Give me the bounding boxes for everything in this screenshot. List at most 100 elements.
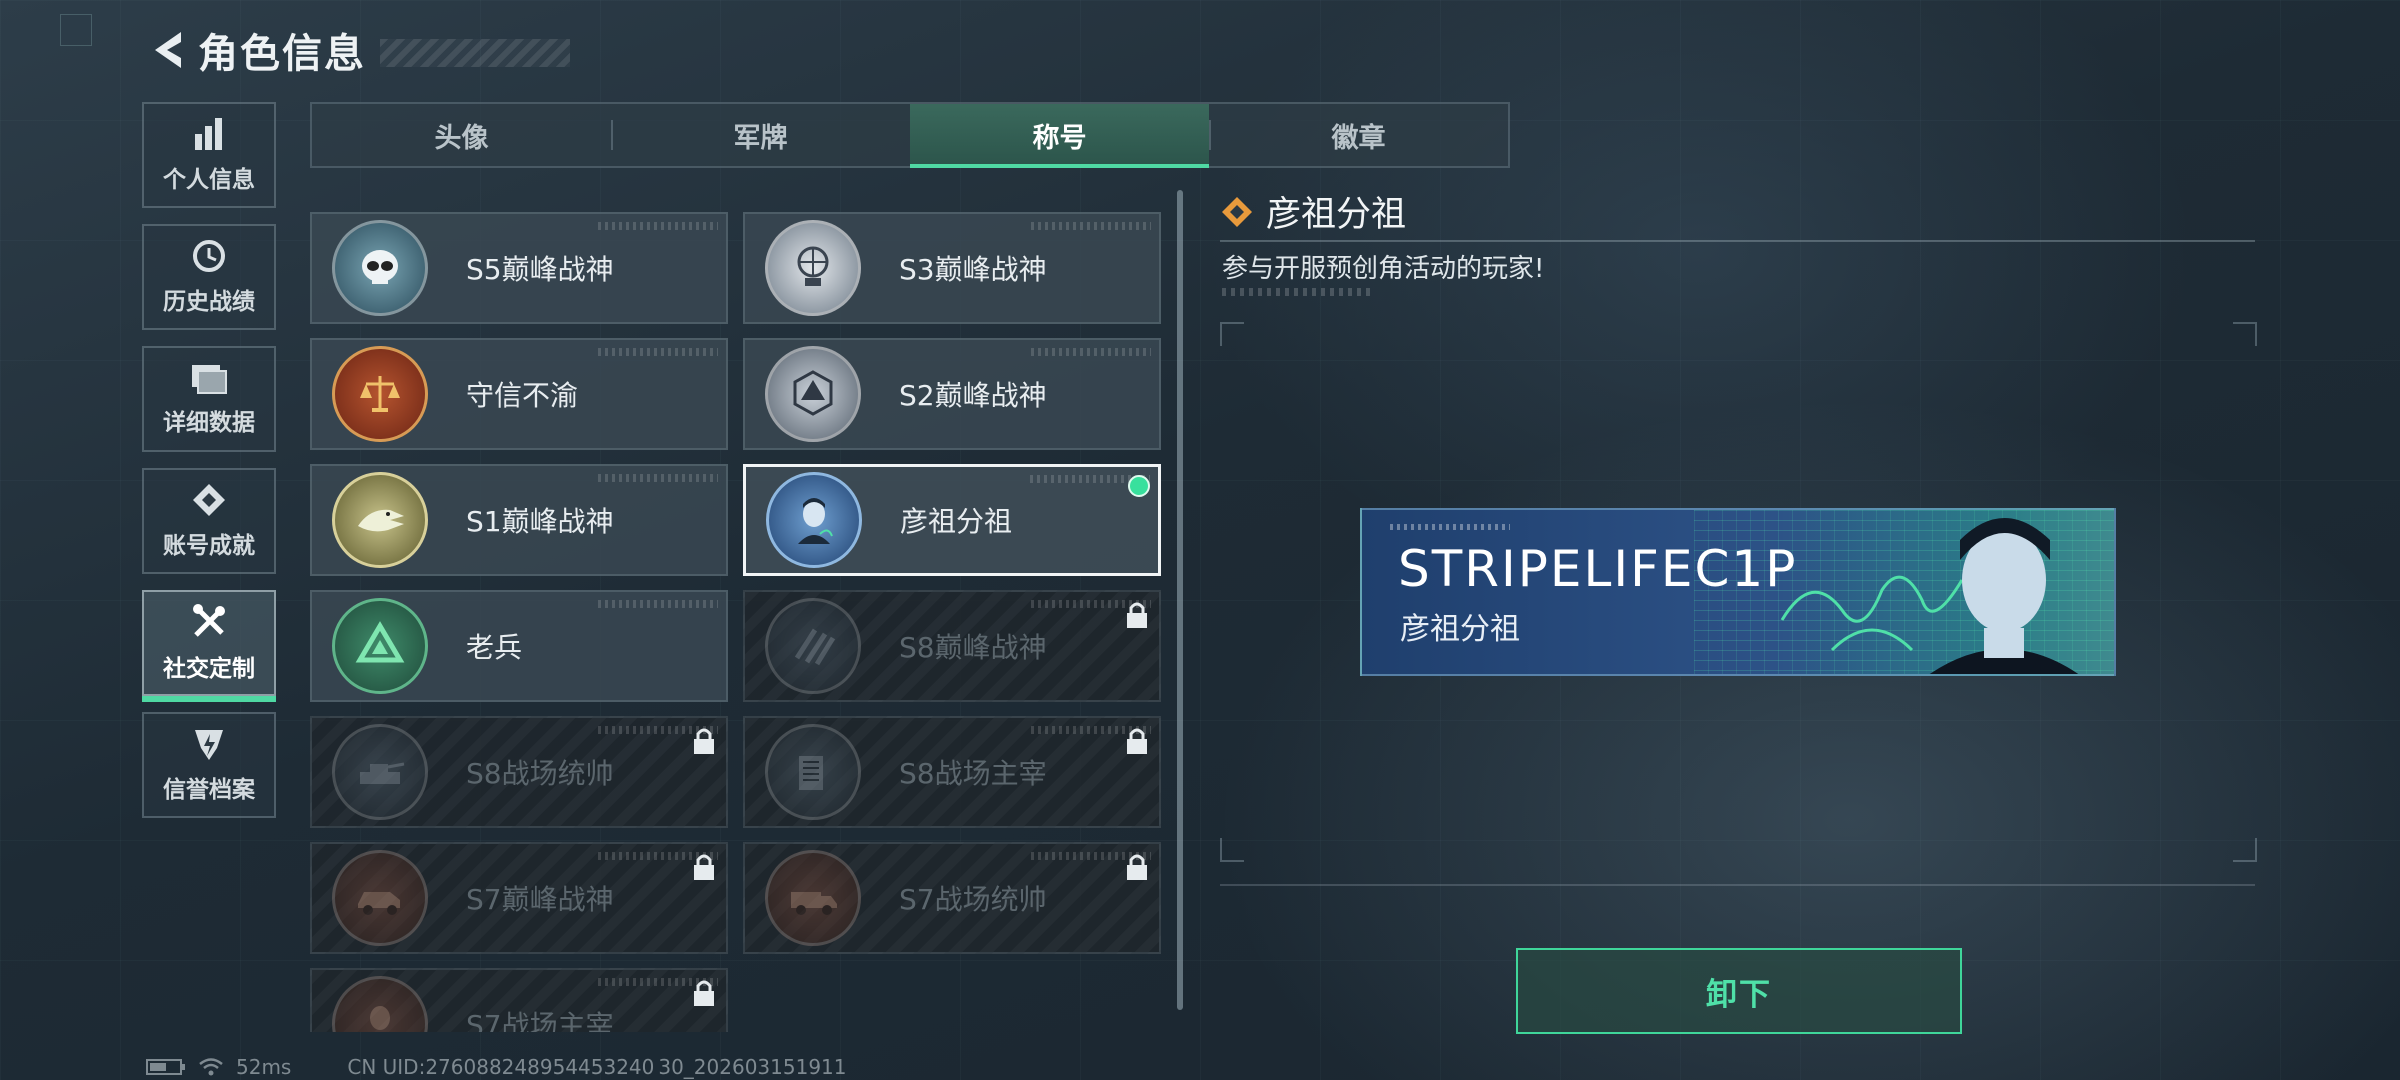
tank-badge-icon [332,724,428,820]
crocodile-badge-icon [332,472,428,568]
skull-badge-icon [332,220,428,316]
wifi-icon [199,1058,223,1076]
title-card-locked[interactable]: S7巅峰战神 [310,842,728,954]
title-card[interactable]: S5巅峰战神 [310,212,728,324]
nav-item-social-custom[interactable]: 社交定制 [142,590,276,702]
lock-icon [1127,854,1147,880]
soldier-badge-icon [332,976,428,1032]
title-label: S1巅峰战神 [466,505,614,538]
unequip-label: 卸下 [1706,976,1772,1013]
title-label: 守信不渝 [466,379,579,412]
title-card[interactable]: S2巅峰战神 [743,338,1161,450]
title-card[interactable]: S1巅峰战神 [310,464,728,576]
title-card[interactable]: 老兵 [310,590,728,702]
page-title: 角色信息 [198,31,366,77]
diamond-title-icon [1222,196,1252,227]
battery-icon [146,1059,185,1075]
portrait-graphic [1929,518,2079,674]
uid-text: CN UID:276088248954453240 30_20260315191… [347,1055,847,1079]
ping-value: 52ms [236,1055,292,1079]
title-stripe-decoration [380,39,570,67]
title-label: S8巅峰战神 [899,631,1047,664]
preview-frame-corner [2233,322,2257,346]
nav-label: 信誉档案 [163,777,255,803]
side-nav: 个人信息 历史战绩 详细数据 账号成就 社交定制 信誉档案 [142,102,280,834]
title-label: S2巅峰战神 [899,379,1047,412]
title-card-locked[interactable]: S7战场主宰 [310,968,728,1032]
detail-description: 参与开服预创角活动的玩家! [1222,254,1545,284]
lock-icon [694,980,714,1006]
title-label: 彦祖分祖 [900,505,1013,538]
tab-badge[interactable]: 徽章 [1209,104,1508,166]
nav-label: 个人信息 [163,167,255,193]
back-arrow-icon [155,32,181,68]
back-button[interactable] [142,25,192,75]
bar-chart-icon [195,118,222,150]
nav-item-history[interactable]: 历史战绩 [142,224,276,330]
nav-label: 社交定制 [163,656,255,682]
scales-badge-icon [332,346,428,442]
nav-item-achievements[interactable]: 账号成就 [142,468,276,574]
diamond-achievement-icon [193,484,225,516]
title-card-locked[interactable]: S8巅峰战神 [743,590,1161,702]
nav-label: 账号成就 [163,533,255,559]
page-header: 角色信息 [142,22,570,78]
title-label: S5巅峰战神 [466,253,614,286]
detail-header: 彦祖分祖 [1220,186,1406,237]
title-label: 老兵 [466,631,523,664]
tab-title[interactable]: 称号 [910,104,1209,168]
credit-shield-icon [195,730,223,760]
title-card-locked[interactable]: S8战场主宰 [743,716,1161,828]
title-label: S7战场统帅 [899,883,1047,916]
preview-frame-corner [2233,838,2257,862]
lock-icon [1127,728,1147,754]
title-label: S8战场统帅 [466,757,614,790]
detail-title: 彦祖分祖 [1266,195,1407,235]
preview-frame-corner [1220,838,1244,862]
unequip-button[interactable]: 卸下 [1516,948,1962,1034]
globe-trophy-badge-icon [765,220,861,316]
history-clock-icon [193,240,225,272]
veteran-triangle-badge-icon [332,598,428,694]
nav-item-personal-info[interactable]: 个人信息 [142,102,276,208]
title-card[interactable]: S3巅峰战神 [743,212,1161,324]
hexagon-badge-icon [765,346,861,442]
status-bar: 52ms CN UID:276088248954453240 30_202603… [146,1054,847,1080]
equipped-indicator [1128,475,1150,497]
banner-title-text: 彦祖分祖 [1400,612,1520,647]
nav-item-credit[interactable]: 信誉档案 [142,712,276,818]
title-banner-preview: STRIPELIFEC1P 彦祖分祖 [1360,508,2116,676]
truck-badge-icon [765,850,861,946]
preview-divider [1220,884,2255,886]
list-scrollbar[interactable] [1177,190,1183,1010]
portrait-badge-icon [766,472,862,568]
title-label: S7战场主宰 [466,1009,614,1032]
stripes-badge-icon [765,598,861,694]
tab-bar: 头像 军牌 称号 徽章 [310,102,1510,168]
title-card-locked[interactable]: S8战场统帅 [310,716,728,828]
nav-item-detail-data[interactable]: 详细数据 [142,346,276,452]
tools-icon [193,604,225,637]
preview-frame-corner [1220,322,1244,346]
title-list[interactable]: S5巅峰战神 S3巅峰战神 守信不渝 S2巅峰战神 S1巅峰战神 彦祖分祖 老兵… [310,212,1170,1032]
lock-icon [1127,602,1147,628]
title-card[interactable]: 守信不渝 [310,338,728,450]
lock-icon [694,854,714,880]
title-card-selected[interactable]: 彦祖分祖 [743,464,1161,576]
title-label: S8战场主宰 [899,757,1047,790]
title-card-locked[interactable]: S7战场统帅 [743,842,1161,954]
lock-icon [694,728,714,754]
tab-avatar[interactable]: 头像 [312,104,611,166]
title-label: S7巅峰战神 [466,883,614,916]
vehicle-badge-icon [332,850,428,946]
corner-decoration [60,14,92,46]
banner-player-name: STRIPELIFEC1P [1398,540,1798,598]
folder-icon [192,365,227,394]
banner-topline-decoration [1390,524,1510,530]
tab-dog-tag[interactable]: 军牌 [611,104,910,166]
detail-divider [1220,240,2255,242]
description-decoration [1222,288,1372,296]
title-label: S3巅峰战神 [899,253,1047,286]
nav-label: 详细数据 [163,410,255,436]
nav-label: 历史战绩 [163,289,255,315]
